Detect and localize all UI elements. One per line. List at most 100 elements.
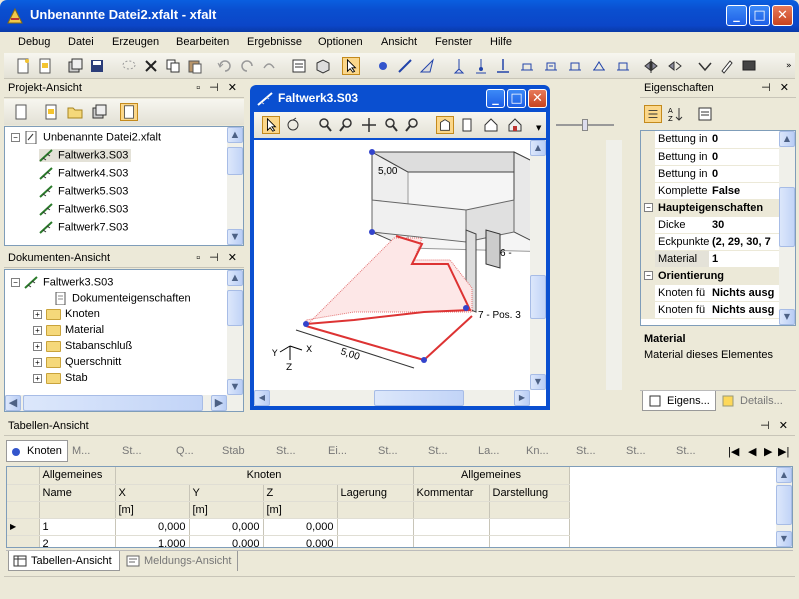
- zoom-window-icon[interactable]: [316, 116, 334, 134]
- expand-icon[interactable]: +: [33, 357, 42, 367]
- prop-row[interactable]: Knoten fü Nichts ausg: [641, 284, 779, 302]
- redo-icon[interactable]: [260, 57, 278, 75]
- prop-value[interactable]: 0: [709, 148, 779, 166]
- table-panel-controls[interactable]: ⊣ ✕: [760, 419, 791, 432]
- scroll-down-icon[interactable]: ▼: [530, 374, 546, 390]
- prop-value[interactable]: Nichts ausg: [709, 301, 779, 319]
- save-icon[interactable]: [88, 57, 106, 75]
- tab-tabellen-ansicht[interactable]: Tabellen-Ansicht: [8, 551, 120, 571]
- scroll-up-icon[interactable]: ▲: [779, 131, 795, 147]
- node[interactable]: [369, 229, 375, 235]
- project-panel-controls[interactable]: ▫ ⊣ ✕: [196, 81, 240, 94]
- lasso-icon[interactable]: [120, 57, 138, 75]
- column-header[interactable]: X: [115, 484, 190, 502]
- expand-icon[interactable]: +: [33, 325, 42, 335]
- prop-value[interactable]: 0: [709, 165, 779, 183]
- project-item[interactable]: Faltwerk4.S03: [39, 167, 128, 180]
- table-tab[interactable]: St...: [626, 445, 646, 457]
- project-root[interactable]: − Unbenannte Datei2.xfalt: [11, 130, 161, 145]
- table-tab-knoten[interactable]: Knoten: [6, 440, 68, 462]
- cell-darstellung[interactable]: [489, 535, 570, 547]
- select-arrow-icon[interactable]: [342, 57, 360, 75]
- project-item[interactable]: Faltwerk3.S03: [39, 149, 132, 162]
- view-front-icon[interactable]: [458, 116, 476, 134]
- column-header[interactable]: Y: [189, 484, 264, 502]
- cell-y[interactable]: 0,000: [189, 535, 264, 547]
- zoom-icon[interactable]: [338, 116, 356, 134]
- scroll-up-icon[interactable]: ▲: [776, 467, 792, 483]
- pointer-icon[interactable]: [262, 116, 280, 134]
- node[interactable]: [303, 321, 309, 327]
- support2-icon[interactable]: [472, 57, 490, 75]
- scroll-down-icon[interactable]: ▼: [776, 531, 792, 547]
- zoom-in-icon[interactable]: [382, 116, 400, 134]
- pan-icon[interactable]: [360, 116, 378, 134]
- column-header[interactable]: Lagerung: [337, 484, 414, 502]
- scroll-right-icon[interactable]: ▶: [514, 390, 530, 406]
- scroll-down-icon[interactable]: ▼: [779, 309, 795, 325]
- menu-hilfe[interactable]: Hilfe: [490, 36, 512, 48]
- categorized-icon[interactable]: [644, 105, 662, 123]
- scroll-down-icon[interactable]: ▼: [227, 379, 243, 395]
- child-vscroll[interactable]: ▲ ▼: [530, 140, 546, 390]
- rotate-icon[interactable]: [666, 57, 684, 75]
- support-icon[interactable]: [450, 57, 468, 75]
- view-3d-icon[interactable]: [436, 116, 454, 134]
- child-maximize-button[interactable]: □: [507, 89, 526, 108]
- nav-next-icon[interactable]: ▶: [764, 445, 772, 458]
- menu-ansicht[interactable]: Ansicht: [381, 36, 417, 48]
- table-tab[interactable]: St...: [676, 445, 696, 457]
- home-icon[interactable]: [482, 116, 500, 134]
- table-tab[interactable]: Ei...: [328, 445, 347, 457]
- undo-icon[interactable]: [216, 57, 234, 75]
- prop-group[interactable]: − Haupteigenschaften: [641, 199, 779, 217]
- tab-details[interactable]: Details...: [718, 391, 794, 411]
- pencil-icon[interactable]: [718, 57, 736, 75]
- properties-panel-controls[interactable]: ⊣ ✕: [761, 81, 792, 94]
- scroll-thumb[interactable]: [227, 147, 243, 175]
- table-vscroll[interactable]: ▲ ▼: [776, 467, 792, 547]
- prop-row[interactable]: Bettung in 0: [641, 165, 779, 183]
- project-item[interactable]: Faltwerk6.S03: [39, 203, 128, 216]
- scroll-up-icon[interactable]: ▲: [227, 270, 243, 286]
- scroll-up-icon[interactable]: ▲: [530, 140, 546, 156]
- node[interactable]: [463, 305, 469, 311]
- folder-item[interactable]: + Material: [33, 324, 104, 336]
- scroll-up-icon[interactable]: ▲: [227, 127, 243, 143]
- cell-name[interactable]: 1: [39, 518, 116, 536]
- house-icon[interactable]: [506, 116, 524, 134]
- table-row[interactable]: ▶ 1 0,000 0,000 0,000: [7, 518, 570, 536]
- child-minimize-button[interactable]: _: [486, 89, 505, 108]
- properties-scrollbar[interactable]: ▲ ▼: [779, 131, 795, 325]
- project-item[interactable]: Faltwerk7.S03: [39, 221, 128, 234]
- cell-z[interactable]: 0,000: [263, 518, 338, 536]
- node[interactable]: [421, 357, 427, 363]
- cell-x[interactable]: 0,000: [115, 518, 190, 536]
- scroll-thumb[interactable]: [227, 290, 243, 326]
- table-tab[interactable]: St...: [122, 445, 142, 457]
- load-icon[interactable]: [518, 57, 536, 75]
- prop-group[interactable]: − Orientierung: [641, 267, 779, 285]
- documents-vscroll[interactable]: ▲ ▼: [227, 270, 243, 395]
- column-header[interactable]: Kommentar: [413, 484, 490, 502]
- view-cube-icon[interactable]: [314, 57, 332, 75]
- table-tab[interactable]: St...: [428, 445, 448, 457]
- prop-row[interactable]: Eckpunkte (2, 29, 30, 7: [641, 233, 779, 251]
- zoom-slider[interactable]: [556, 119, 616, 131]
- menu-bearbeiten[interactable]: Bearbeiten: [176, 36, 229, 48]
- documents-hscroll[interactable]: ◀ ▶: [5, 395, 243, 411]
- menu-optionen[interactable]: Optionen: [318, 36, 363, 48]
- prop-value[interactable]: (2, 29, 30, 7: [709, 233, 779, 251]
- table-tab[interactable]: St...: [378, 445, 398, 457]
- collapse-icon[interactable]: −: [11, 278, 20, 287]
- folder-item[interactable]: + Stab: [33, 372, 88, 384]
- menu-datei[interactable]: Datei: [68, 36, 94, 48]
- nav-last-icon[interactable]: ▶|: [778, 445, 789, 458]
- show-doc-icon[interactable]: [120, 103, 138, 121]
- scroll-left-icon[interactable]: ◀: [5, 395, 21, 411]
- prop-value[interactable]: False: [709, 182, 779, 200]
- new-project-icon[interactable]: [12, 103, 30, 121]
- new-file-icon[interactable]: [14, 57, 32, 75]
- table-tab[interactable]: La...: [478, 445, 499, 457]
- doc-properties[interactable]: Dokumenteigenschaften: [53, 291, 191, 306]
